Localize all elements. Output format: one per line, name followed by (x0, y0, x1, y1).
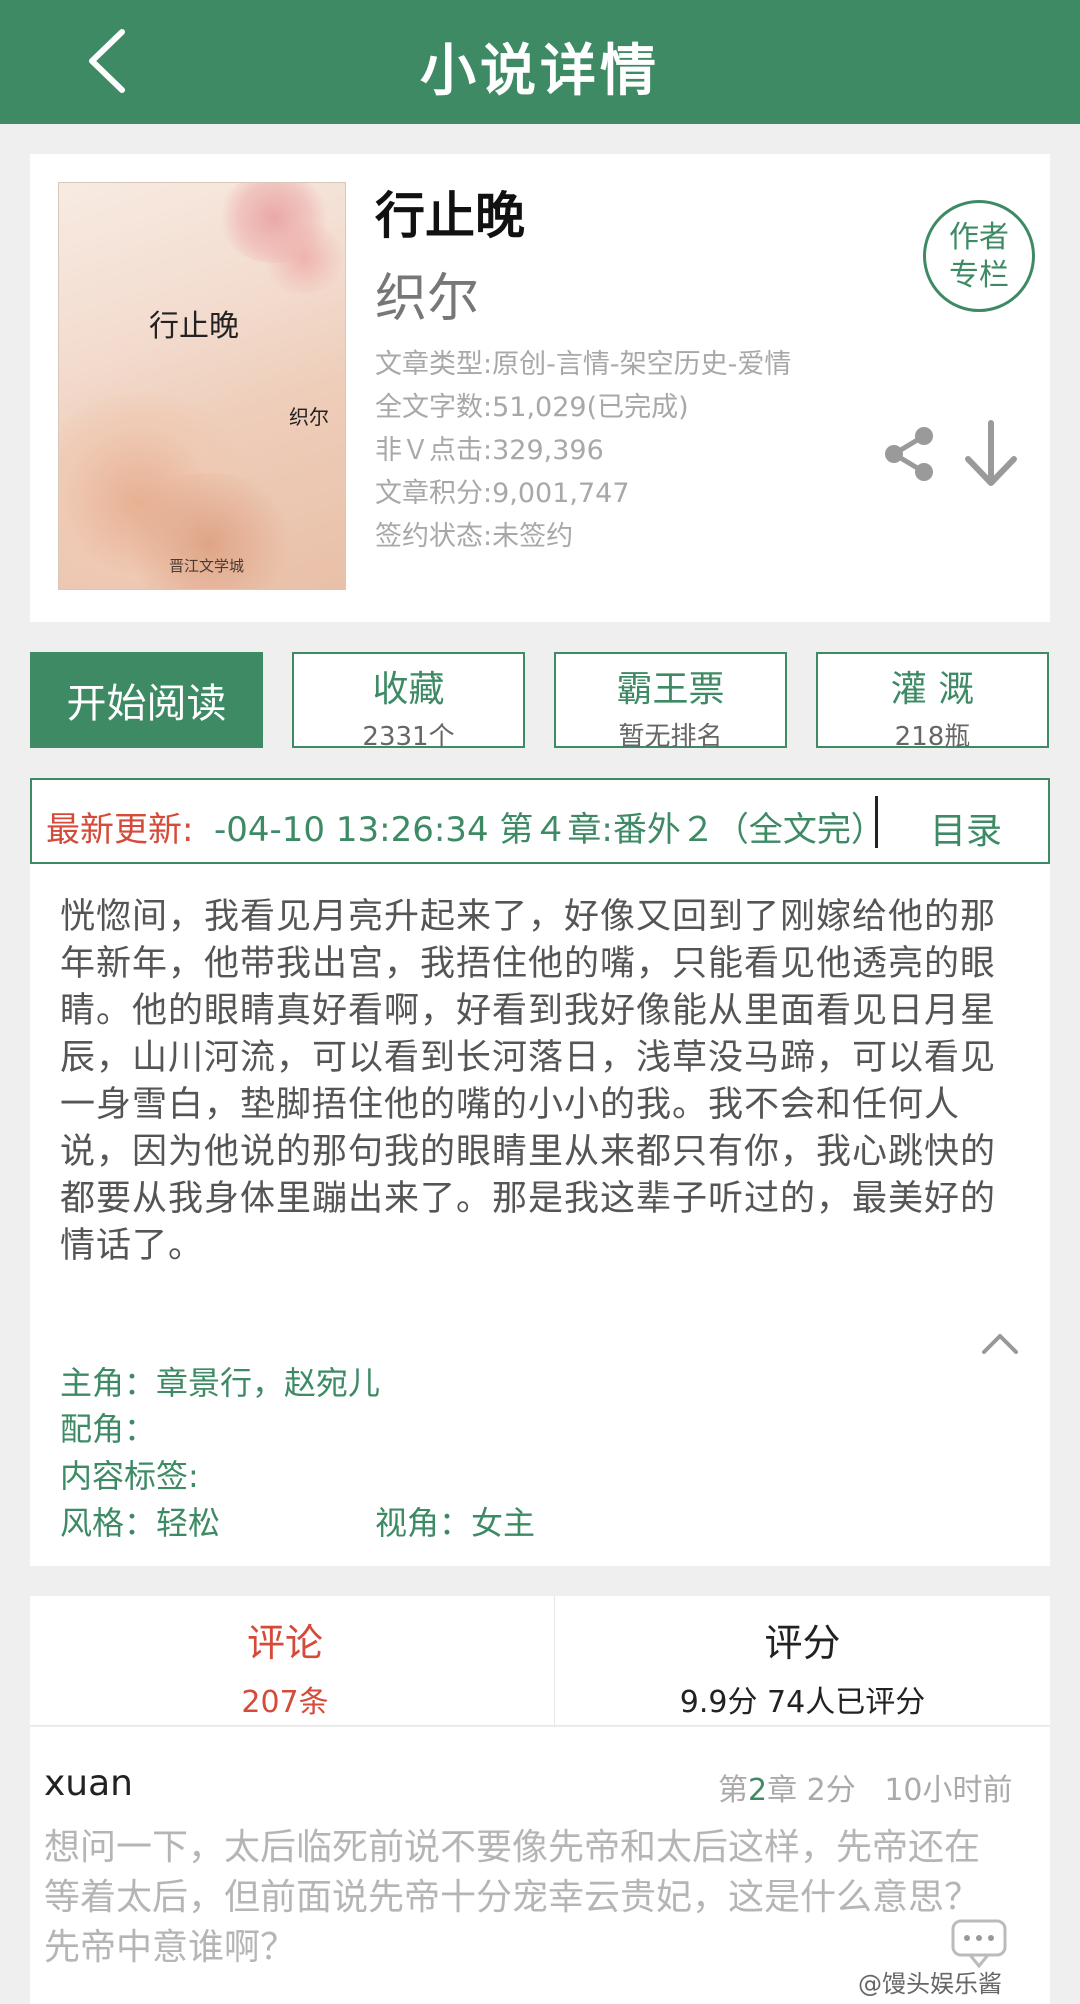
content-tags: 内容标签: (60, 1457, 199, 1495)
download-icon[interactable] (962, 419, 1020, 489)
top-bar: 小说详情 (0, 0, 1080, 124)
comment-rating-tabs: 评论 207条 评分 9.9分 74人已评分 (30, 1596, 1050, 1726)
page-title: 小说详情 (420, 39, 660, 104)
cover-flower (259, 223, 345, 293)
tab-comments-label: 评论 (246, 1621, 323, 1665)
update-label: 最新更新: (46, 810, 194, 850)
comment-body: 想问一下，太后临死前说不要像先帝和太后这样，先帝还在等着太后，但前面说先帝十分宠… (44, 1827, 981, 1968)
toc-button[interactable]: 目录 (930, 802, 1002, 854)
update-text[interactable]: -04-10 13:26:34 第４章:番外２（全文完） (214, 802, 904, 851)
comment-score: 2分 (806, 1773, 856, 1808)
book-cover[interactable]: 行止晚 织尔 晋江文学城 (58, 182, 346, 590)
ticket-rank: 暂无排名 (618, 722, 723, 752)
cover-publisher: 晋江文学城 (169, 557, 245, 575)
meta-genre: 文章类型:原创-言情-架空历史-爱情 (375, 349, 792, 380)
water-button[interactable]: 灌 溉 218瓶 (816, 652, 1049, 752)
update-divider (875, 796, 878, 848)
comment-username[interactable]: xuan (44, 1763, 133, 1804)
meta-sign-status: 签约状态:未签约 (375, 521, 574, 552)
water-label: 灌 溉 (890, 669, 975, 710)
tab-comments-count: 207条 (241, 1685, 329, 1720)
weibo-watermark: @馒头娱乐酱 (858, 1970, 1002, 1998)
cover-author: 织尔 (289, 405, 329, 429)
share-icon[interactable] (880, 424, 940, 484)
author-badge-line2: 专栏 (949, 258, 1009, 293)
author-badge-line1: 作者 (949, 220, 1009, 255)
comment-chapter-suffix: 章 (767, 1773, 798, 1808)
favorite-button[interactable]: 收藏 2331个 (292, 652, 525, 752)
cover-title: 行止晚 (149, 309, 239, 344)
meta-score: 文章积分:9,001,747 (375, 478, 630, 509)
style-tag: 风格：轻松 (60, 1504, 221, 1542)
tab-rating[interactable]: 评分 9.9分 74人已评分 (555, 1596, 1050, 1726)
comment-time: 10小时前 (884, 1773, 1013, 1808)
comment-chapter-number: 2 (748, 1773, 768, 1808)
comment-meta: 第2章 2分 10小时前 (718, 1765, 1013, 1809)
start-reading-button[interactable]: 开始阅读 (30, 652, 263, 748)
tab-comments[interactable]: 评论 207条 (30, 1596, 540, 1726)
water-count: 218瓶 (894, 722, 971, 752)
comment-item[interactable]: xuan 第2章 2分 10小时前 想问一下，太后临死前说不要像先帝和太后这样，… (30, 1727, 1050, 2004)
book-title: 行止晚 (375, 187, 525, 245)
protagonists: 主角：章景行，赵宛儿 (60, 1364, 381, 1402)
ticket-button[interactable]: 霸王票 暂无排名 (554, 652, 787, 752)
chat-bubble-icon[interactable] (950, 1918, 1008, 1968)
tab-rating-value: 9.9分 74人已评分 (679, 1685, 926, 1720)
ticket-label: 霸王票 (616, 669, 725, 710)
perspective-tag: 视角：女主 (375, 1504, 536, 1542)
tab-rating-label: 评分 (764, 1621, 841, 1665)
book-intro: 恍惚间，我看见月亮升起来了，好像又回到了刚嫁给他的那年新年，他带我出宫，我捂住他… (30, 864, 1050, 1566)
collapse-chevron-icon[interactable] (980, 1328, 1020, 1358)
favorite-label: 收藏 (372, 669, 445, 710)
intro-text: 恍惚间，我看见月亮升起来了，好像又回到了刚嫁给他的那年新年，他带我出宫，我捂住他… (60, 897, 997, 1266)
author-column-button[interactable]: 作者 专栏 (923, 200, 1035, 312)
meta-word-count: 全文字数:51,029(已完成) (375, 392, 689, 423)
supporting-roles: 配角： (60, 1410, 157, 1448)
meta-clicks: 非Ｖ点击:329,396 (375, 435, 604, 466)
comment-chapter-prefix: 第 (718, 1773, 748, 1808)
book-info-card: 行止晚 织尔 晋江文学城 行止晚 织尔 文章类型:原创-言情-架空历史-爱情 全… (30, 154, 1050, 622)
book-author[interactable]: 织尔 (375, 256, 479, 331)
favorite-count: 2331个 (362, 722, 455, 752)
latest-update-bar[interactable]: 最新更新: -04-10 13:26:34 第４章:番外２（全文完） 目录 (30, 778, 1050, 864)
